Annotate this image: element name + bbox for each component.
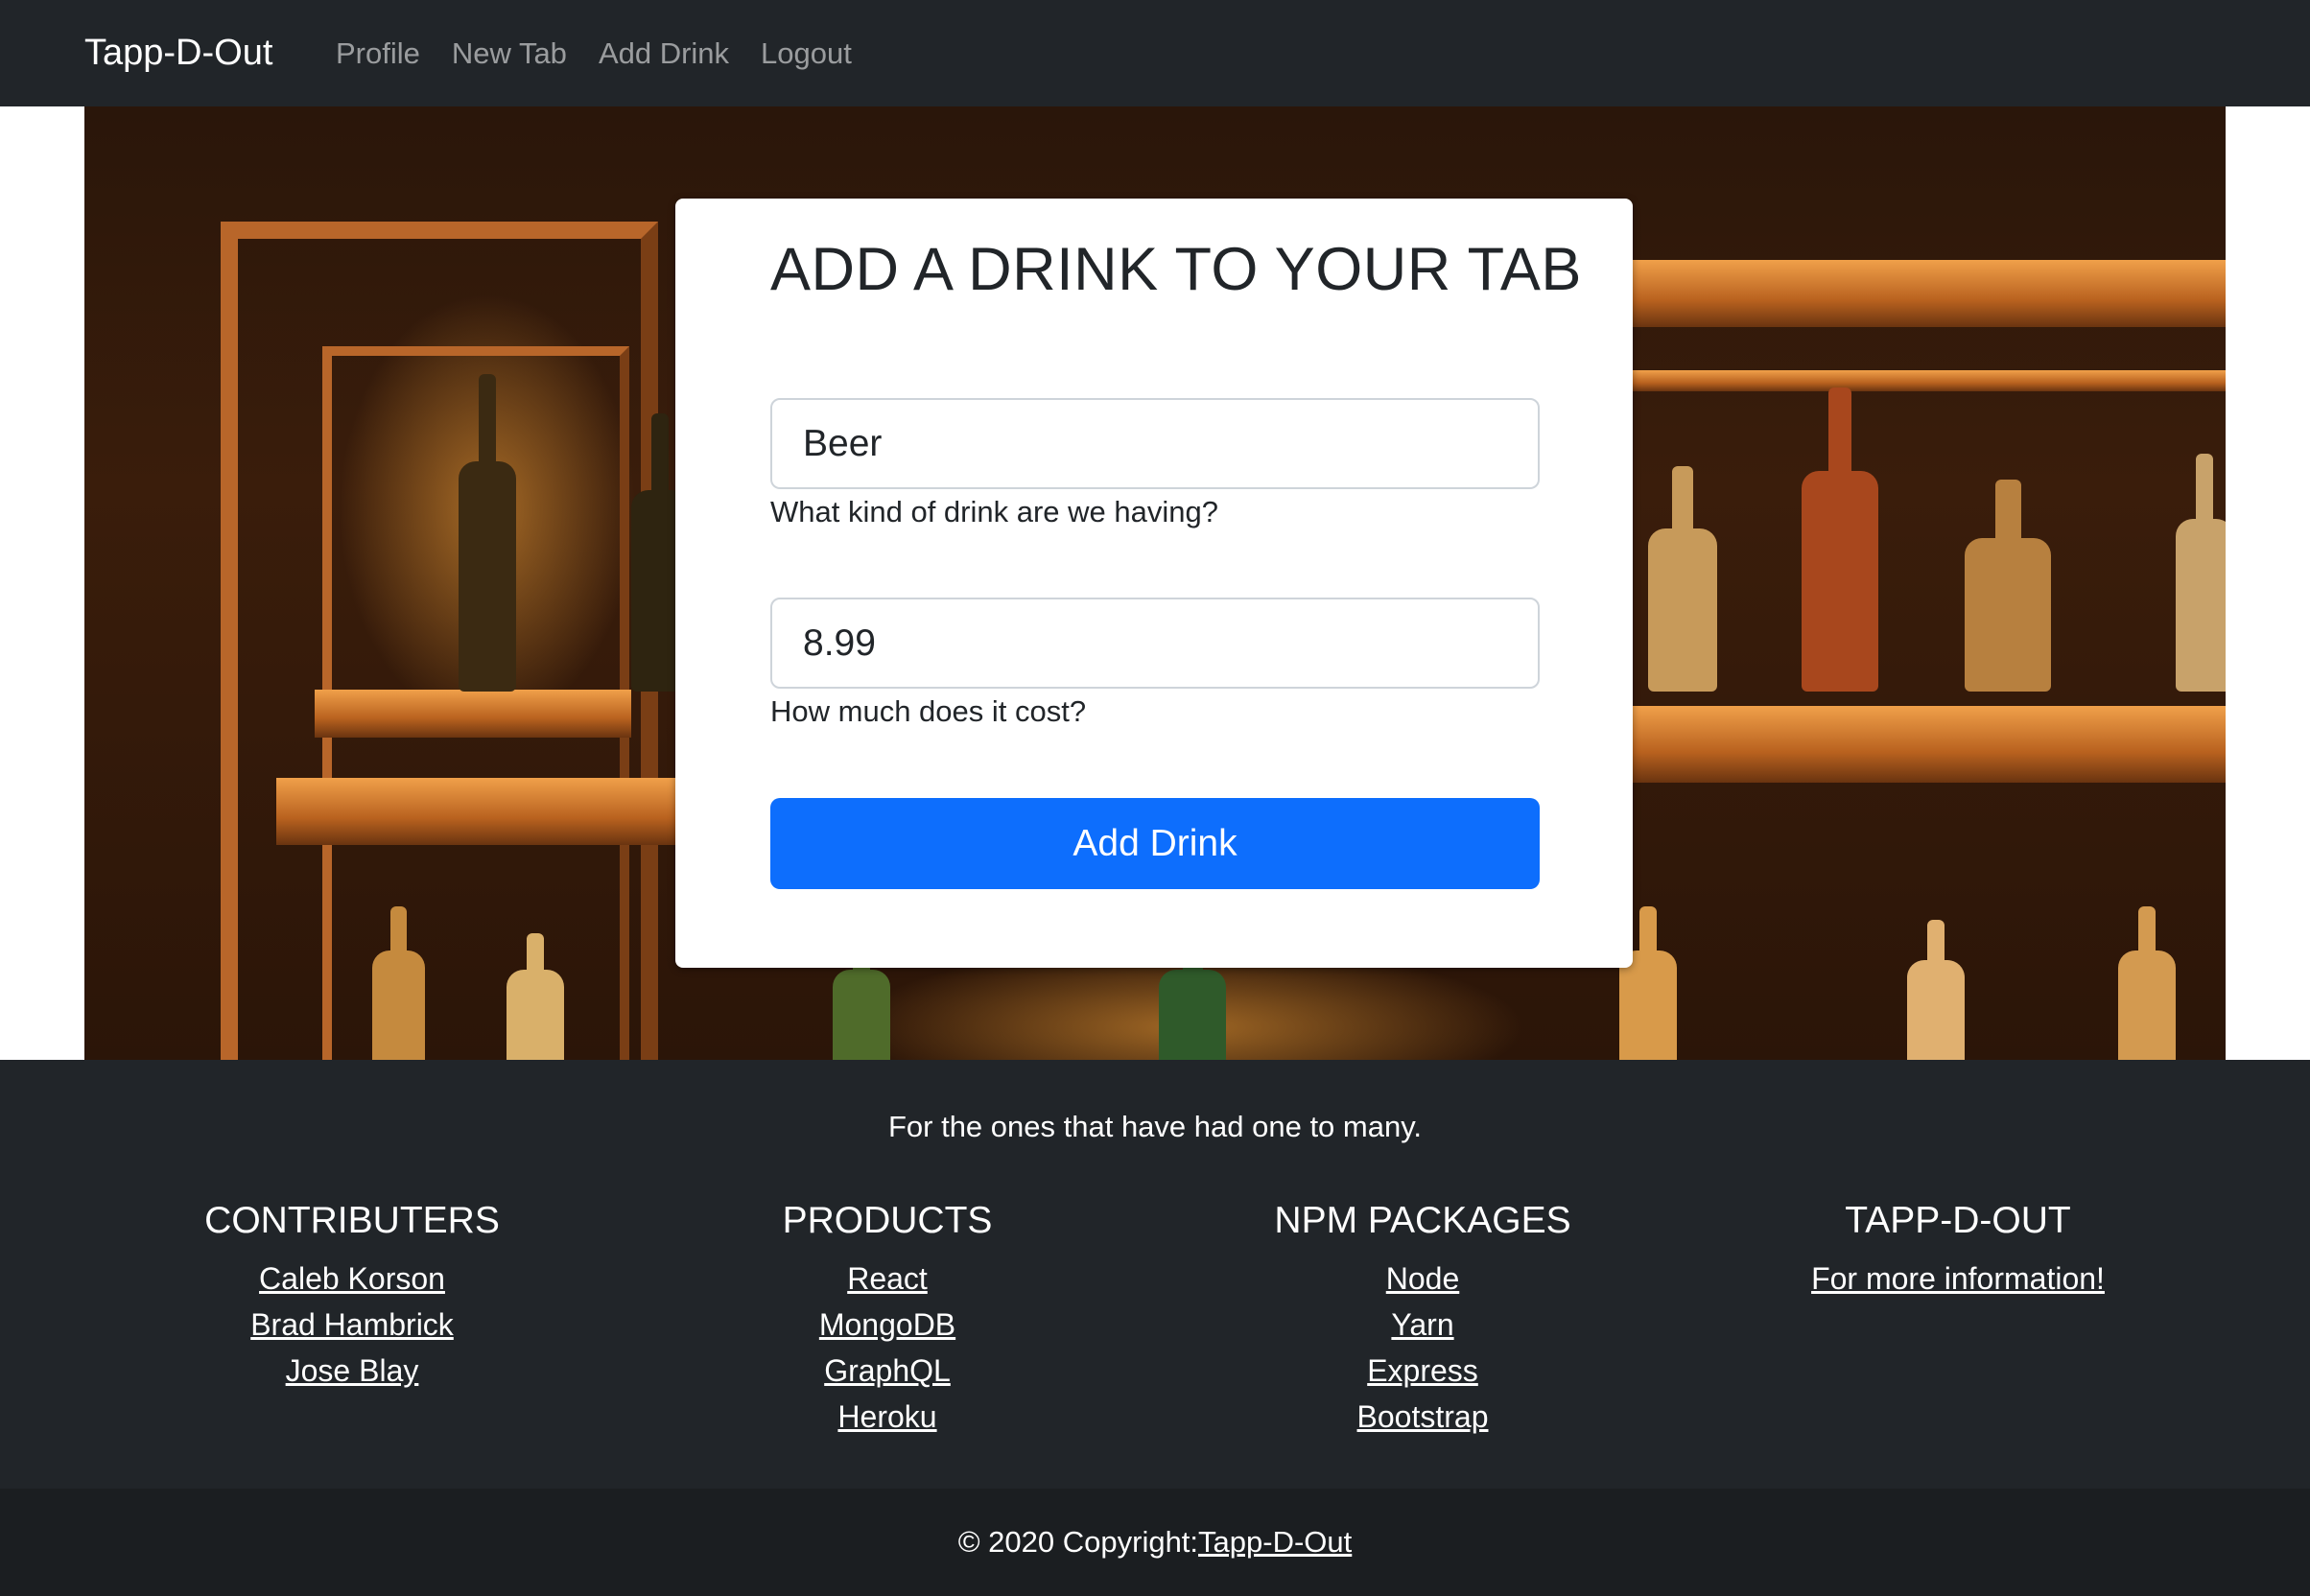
- nav-link-profile[interactable]: Profile: [336, 32, 420, 76]
- nav-link-new-tab[interactable]: New Tab: [452, 32, 567, 76]
- copyright-link[interactable]: Tapp-D-Out: [1198, 1525, 1352, 1560]
- drink-cost-input[interactable]: [770, 598, 1540, 689]
- footer-link[interactable]: MongoDB: [619, 1302, 1156, 1348]
- copyright-text: © 2020 Copyright:: [957, 1525, 1199, 1559]
- drink-name-help: What kind of drink are we having?: [770, 495, 1218, 528]
- bottle: [1907, 920, 1965, 1060]
- footer-link[interactable]: Bootstrap: [1154, 1394, 1691, 1440]
- footer-col-tapp-d-out: TAPP-D-OUT For more information!: [1689, 1200, 2227, 1302]
- bottle: [507, 933, 564, 1060]
- footer-link[interactable]: For more information!: [1689, 1256, 2227, 1302]
- footer-link[interactable]: Yarn: [1154, 1302, 1691, 1348]
- footer-col-npm-packages: NPM PACKAGES Node Yarn Express Bootstrap: [1154, 1200, 1691, 1440]
- footer-link[interactable]: Node: [1154, 1256, 1691, 1302]
- shelf: [1619, 370, 2226, 391]
- footer-link[interactable]: GraphQL: [619, 1348, 1156, 1394]
- footer-col-contributers: CONTRIBUTERS Caleb Korson Brad Hambrick …: [83, 1200, 621, 1394]
- footer-tagline: For the ones that have had one to many.: [887, 1110, 1423, 1143]
- footer-heading: NPM PACKAGES: [1274, 1200, 1571, 1241]
- bottle: [459, 373, 516, 692]
- footer-heading: CONTRIBUTERS: [204, 1200, 500, 1241]
- add-drink-card: ADD A DRINK TO YOUR TAB What kind of dri…: [675, 199, 1633, 968]
- nav-link-add-drink[interactable]: Add Drink: [599, 32, 729, 76]
- bottle: [1802, 387, 1878, 692]
- bottle: [833, 933, 890, 1060]
- footer-heading: PRODUCTS: [782, 1200, 993, 1241]
- footer-heading: TAPP-D-OUT: [1845, 1200, 2071, 1241]
- shelf: [276, 778, 679, 845]
- brand-link[interactable]: Tapp-D-Out: [84, 28, 272, 78]
- footer-link[interactable]: Brad Hambrick: [83, 1302, 621, 1348]
- bottle: [2118, 906, 2176, 1060]
- footer-link[interactable]: Jose Blay: [83, 1348, 621, 1394]
- add-drink-button[interactable]: Add Drink: [770, 798, 1540, 889]
- page-title: ADD A DRINK TO YOUR TAB: [770, 236, 1582, 303]
- nav-link-logout[interactable]: Logout: [761, 32, 852, 76]
- footer-col-products: PRODUCTS React MongoDB GraphQL Heroku: [619, 1200, 1156, 1440]
- shelf: [1619, 260, 2226, 327]
- bottle: [372, 906, 425, 1060]
- footer-link[interactable]: React: [619, 1256, 1156, 1302]
- bottle: [1648, 466, 1717, 692]
- nav-links: Profile New Tab Add Drink Logout: [336, 32, 884, 76]
- shelf: [1619, 706, 2226, 783]
- drink-cost-help: How much does it cost?: [770, 694, 1087, 728]
- copyright-bar: © 2020 Copyright: Tapp-D-Out: [0, 1489, 2310, 1596]
- footer: For the ones that have had one to many. …: [0, 1060, 2310, 1489]
- footer-link[interactable]: Caleb Korson: [83, 1256, 621, 1302]
- drink-name-input[interactable]: [770, 398, 1540, 489]
- shelf: [315, 690, 631, 738]
- footer-link[interactable]: Heroku: [619, 1394, 1156, 1440]
- bottle: [1965, 480, 2051, 692]
- footer-link[interactable]: Express: [1154, 1348, 1691, 1394]
- navbar: Tapp-D-Out Profile New Tab Add Drink Log…: [0, 0, 2310, 106]
- bottle: [2176, 453, 2226, 692]
- bottle: [1159, 933, 1226, 1060]
